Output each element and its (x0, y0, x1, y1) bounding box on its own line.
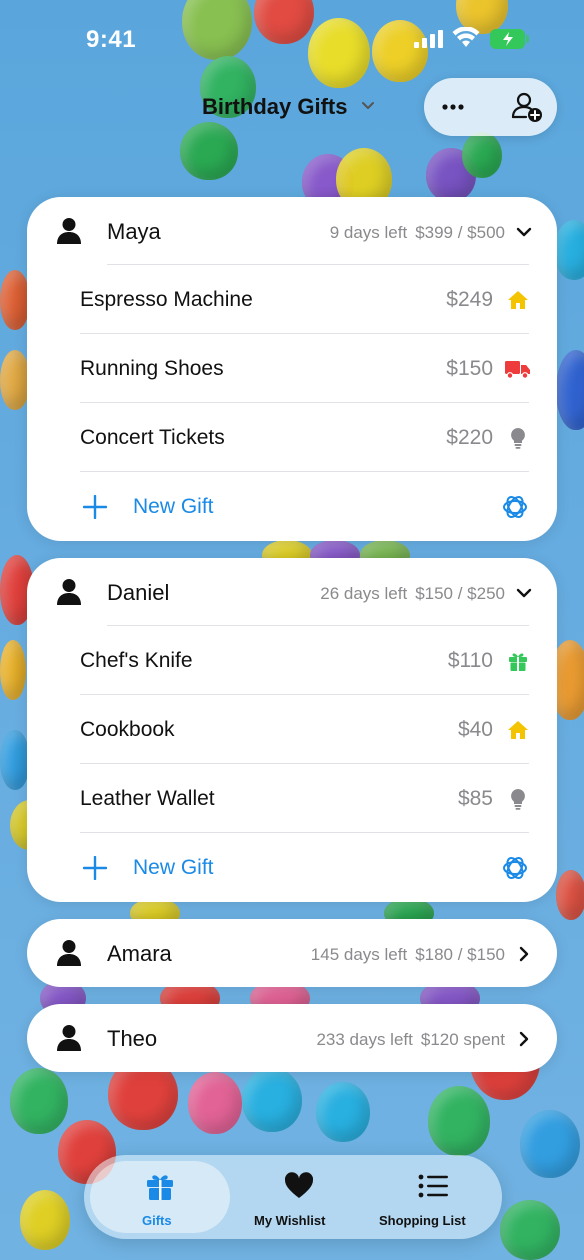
heart-icon (284, 1172, 314, 1198)
gift-name: Leather Wallet (80, 787, 215, 810)
gift-name: Chef's Knife (80, 649, 193, 672)
tab-label: My Wishlist (254, 1213, 326, 1228)
tab-gifts[interactable]: Gifts (90, 1161, 230, 1233)
gift-name: Running Shoes (80, 357, 224, 380)
gift-price: $40 (457, 718, 493, 741)
gift-name: Cookbook (80, 718, 175, 741)
list-icon (418, 1174, 448, 1198)
person-icon (57, 940, 81, 966)
header-actions (424, 78, 557, 136)
ai-suggest-icon[interactable] (501, 493, 529, 521)
budget: $180 / $150 (415, 945, 505, 964)
gift-row[interactable]: Concert Tickets $220 (27, 403, 557, 472)
person-header[interactable]: Amara 145 days left $180 / $150 (27, 919, 557, 987)
person-name: Maya (107, 219, 161, 244)
days-left: 26 days left (320, 584, 408, 603)
budget: $120 spent (420, 1030, 505, 1049)
page-title[interactable]: Birthday Gifts (202, 94, 347, 120)
person-meta: 233 days left $120 spent (316, 1030, 505, 1050)
status-time: 9:41 (86, 26, 137, 53)
tab-label: Gifts (142, 1213, 172, 1228)
days-left: 233 days left (316, 1030, 413, 1049)
chevron-down-icon[interactable] (515, 223, 533, 241)
tab-shopping-list[interactable]: Shopping List (368, 1161, 496, 1233)
chevron-right-icon[interactable] (515, 1030, 533, 1048)
person-card-theo[interactable]: Theo 233 days left $120 spent (27, 1004, 557, 1072)
person-icon (57, 218, 81, 244)
person-card-maya: Maya 9 days left $399 / $500 Espresso Mac… (27, 197, 557, 541)
house-icon (508, 291, 528, 309)
person-card-amara[interactable]: Amara 145 days left $180 / $150 (27, 919, 557, 987)
battery-icon (490, 29, 529, 49)
new-gift-button[interactable]: New Gift (27, 472, 557, 541)
gift-price: $220 (446, 426, 493, 449)
gift-name: Concert Tickets (80, 426, 225, 449)
gift-row[interactable]: Running Shoes $150 (27, 334, 557, 403)
budget: $399 / $500 (415, 223, 505, 242)
person-card-daniel: Daniel 26 days left $150 / $250 Chef's Kn… (27, 558, 557, 902)
person-meta: 26 days left $150 / $250 (320, 584, 505, 604)
more-button[interactable] (438, 92, 468, 122)
person-meta: 9 days left $399 / $500 (330, 223, 505, 243)
add-person-button[interactable] (510, 90, 544, 124)
status-bar: 9:41 (0, 0, 584, 80)
plus-icon (83, 856, 107, 880)
cellular-signal-icon (414, 30, 443, 48)
person-header[interactable]: Theo 233 days left $120 spent (27, 1004, 557, 1072)
person-icon (57, 579, 81, 605)
gift-price: $85 (457, 787, 493, 810)
days-left: 9 days left (329, 223, 408, 242)
gift-price: $110 (447, 649, 493, 672)
truck-icon (505, 361, 530, 379)
lightbulb-icon (511, 428, 525, 449)
person-name: Amara (107, 941, 172, 966)
person-name: Daniel (107, 580, 170, 605)
gift-price: $249 (446, 288, 493, 311)
person-header[interactable]: Maya 9 days left $399 / $500 (27, 197, 557, 265)
new-gift-label: New Gift (133, 495, 214, 518)
days-left: 145 days left (310, 945, 408, 964)
tab-label: Shopping List (379, 1213, 466, 1228)
gift-price: $150 (446, 357, 493, 380)
new-gift-label: New Gift (133, 856, 214, 879)
new-gift-button[interactable]: New Gift (27, 833, 557, 902)
gift-row[interactable]: Cookbook $40 (27, 695, 557, 764)
lightbulb-icon (511, 789, 525, 810)
budget: $150 / $250 (415, 584, 505, 603)
gift-name: Espresso Machine (80, 288, 253, 311)
chevron-right-icon[interactable] (515, 945, 533, 963)
chevron-down-icon[interactable] (515, 584, 533, 602)
person-icon (57, 1025, 81, 1051)
gift-row[interactable]: Espresso Machine $249 (27, 265, 557, 334)
gift-row[interactable]: Chef's Knife $110 (27, 626, 557, 695)
chevron-down-icon[interactable] (360, 98, 376, 114)
house-icon (508, 721, 528, 739)
gift-icon (147, 1175, 173, 1200)
person-meta: 145 days left $180 / $150 (311, 945, 505, 965)
plus-icon (83, 495, 107, 519)
tab-bar: Gifts My Wishlist Shopping List (84, 1155, 502, 1239)
ai-suggest-icon[interactable] (501, 854, 529, 882)
person-name: Theo (107, 1026, 158, 1051)
person-header[interactable]: Daniel 26 days left $150 / $250 (27, 558, 557, 626)
gift-row[interactable]: Leather Wallet $85 (27, 764, 557, 833)
gift-icon (509, 653, 527, 671)
tab-my-wishlist[interactable]: My Wishlist (234, 1161, 364, 1233)
wifi-icon (452, 27, 480, 47)
